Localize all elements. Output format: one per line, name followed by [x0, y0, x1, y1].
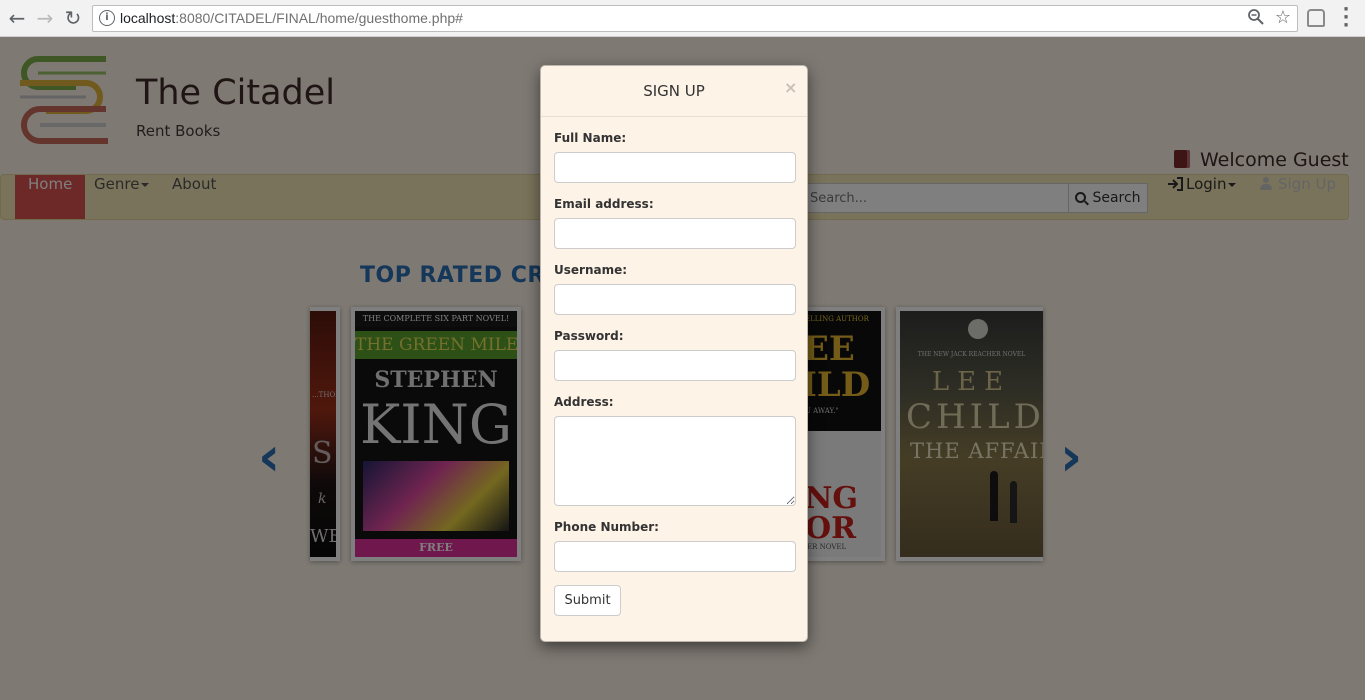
full-name-input[interactable] — [554, 152, 796, 183]
modal-title: SIGN UP — [643, 82, 705, 100]
phone-input[interactable] — [554, 541, 796, 572]
username-label: Username: — [554, 263, 628, 277]
forward-arrow-icon[interactable]: → — [33, 6, 57, 30]
extension-icon[interactable] — [1307, 9, 1325, 27]
password-label: Password: — [554, 329, 624, 343]
phone-label: Phone Number: — [554, 520, 659, 534]
signup-modal: SIGN UP × Full Name: Email address: User… — [540, 65, 808, 642]
address-textarea[interactable] — [554, 416, 796, 506]
submit-button[interactable]: Submit — [554, 585, 621, 616]
close-icon[interactable]: × — [784, 78, 797, 97]
url-path: :8080/CITADEL/FINAL/home/guesthome.php# — [175, 10, 463, 26]
zoom-icon[interactable] — [1247, 8, 1265, 31]
reload-icon[interactable]: ↻ — [61, 6, 85, 30]
back-arrow-icon[interactable]: ← — [5, 6, 29, 30]
url-host: localhost — [120, 10, 176, 26]
bookmark-star-icon[interactable]: ☆ — [1275, 7, 1291, 28]
address-bar[interactable]: i localhost:8080/CITADEL/FINAL/home/gues… — [92, 5, 1298, 32]
url-text: localhost:8080/CITADEL/FINAL/home/guesth… — [120, 10, 463, 26]
email-input[interactable] — [554, 218, 796, 249]
full-name-label: Full Name: — [554, 131, 627, 145]
username-input[interactable] — [554, 284, 796, 315]
email-label: Email address: — [554, 197, 654, 211]
modal-header: SIGN UP × — [541, 66, 807, 117]
browser-toolbar: ← → ↻ i localhost:8080/CITADEL/FINAL/hom… — [0, 0, 1365, 37]
browser-menu-icon[interactable]: · · · — [1342, 1, 1350, 35]
password-input[interactable] — [554, 350, 796, 381]
site-info-icon[interactable]: i — [99, 10, 115, 26]
address-label: Address: — [554, 395, 614, 409]
